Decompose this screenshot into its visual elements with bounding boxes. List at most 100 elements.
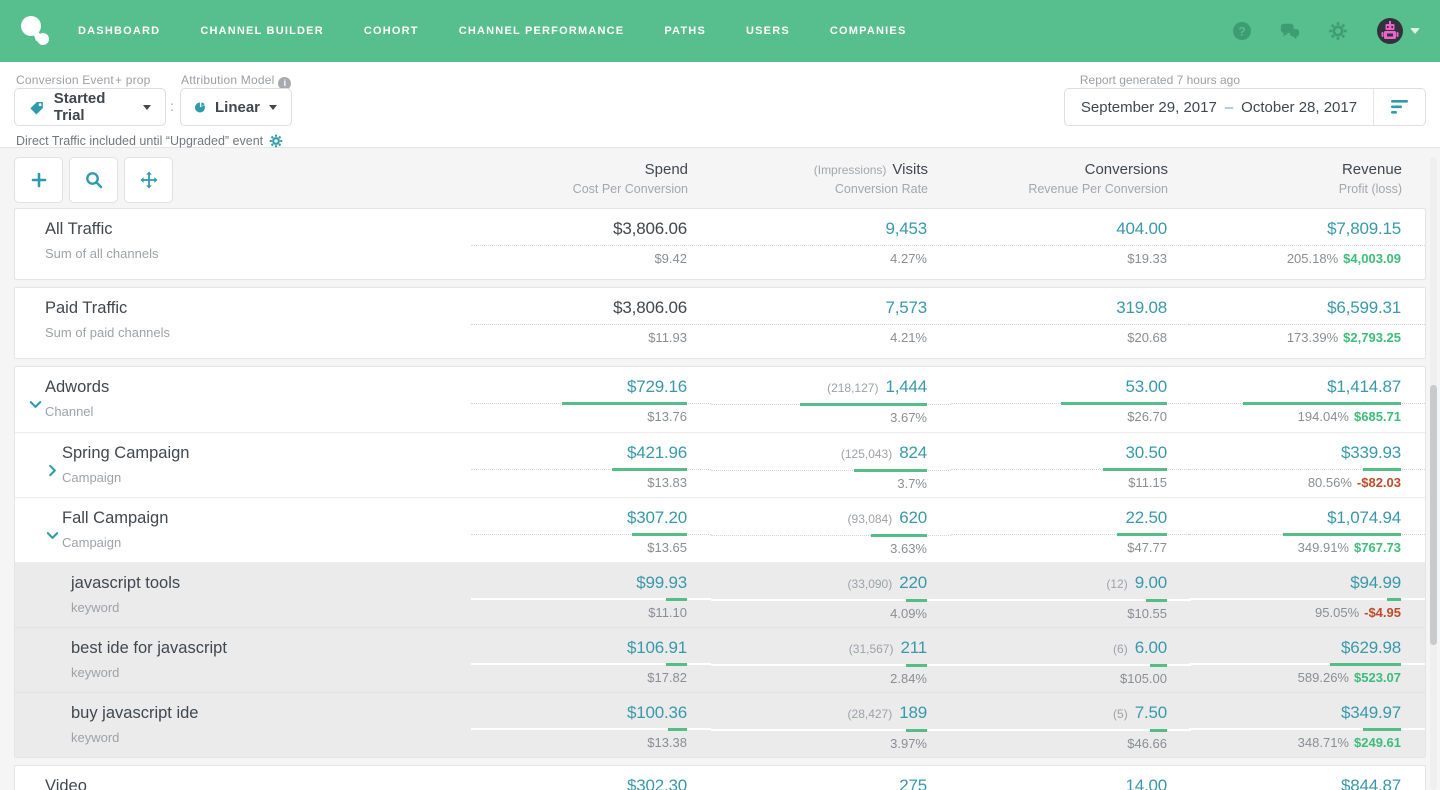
- metric-separator: [471, 324, 711, 325]
- profit-amount: -$82.03: [1357, 475, 1401, 490]
- add-prop-link[interactable]: + prop: [115, 73, 151, 87]
- metric-separator: [711, 470, 951, 471]
- row-subtitle: keyword: [71, 730, 198, 745]
- app-logo-icon[interactable]: [20, 15, 54, 47]
- metric-separator: [711, 245, 951, 246]
- metric-separator: [1189, 403, 1425, 404]
- nav-item-channel-performance[interactable]: CHANNEL PERFORMANCE: [459, 25, 625, 37]
- metric-primary: $106.91: [471, 635, 711, 661]
- metric-secondary: $11.10: [471, 604, 711, 621]
- nav-item-dashboard[interactable]: DASHBOARD: [78, 25, 160, 37]
- table-row[interactable]: Spring Campaign Campaign $421.96 $13.83 …: [15, 432, 1425, 497]
- share-bar: [1363, 468, 1401, 471]
- row-title: Fall Campaign: [62, 509, 168, 528]
- metric-secondary: 173.39%$2,793.25: [1189, 329, 1425, 346]
- add-channel-button[interactable]: [14, 157, 63, 203]
- share-bar: [612, 468, 687, 471]
- metric-prefix: (125,043): [841, 447, 892, 461]
- profit-amount: $523.07: [1354, 670, 1401, 685]
- attribution-model-dropdown[interactable]: Linear: [180, 88, 292, 126]
- expand-chevron-icon[interactable]: [28, 397, 43, 412]
- table-row[interactable]: Paid Traffic Sum of paid channels $3,806…: [15, 288, 1425, 358]
- date-range-picker[interactable]: September 29, 2017–October 28, 2017: [1064, 88, 1426, 126]
- metric-cell-visits: 7,573 4.21%: [711, 295, 951, 346]
- note-settings-icon[interactable]: [269, 134, 283, 148]
- metric-cell-spend: $729.16 $13.76: [471, 374, 711, 425]
- share-bar: [1103, 468, 1167, 471]
- metric-value: 30.50: [1125, 443, 1167, 462]
- table-row[interactable]: All Traffic Sum of all channels $3,806.0…: [15, 209, 1425, 279]
- share-bar: [1387, 598, 1401, 601]
- help-icon[interactable]: ?: [1232, 21, 1252, 41]
- metric-secondary: 3.63%: [711, 540, 951, 557]
- table-row[interactable]: Adwords Channel $729.16 $13.76 (218,127)…: [15, 367, 1425, 432]
- metric-primary: $3,806.06: [471, 295, 711, 321]
- user-menu[interactable]: [1376, 17, 1420, 45]
- metric-primary: $729.16: [471, 374, 711, 400]
- metric-cell-spend: $421.96 $13.83: [471, 440, 711, 491]
- metric-primary: (12)9.00: [951, 570, 1191, 597]
- row-subtitle: keyword: [71, 600, 180, 615]
- column-header-revenue: Revenue Profit (loss): [1190, 161, 1426, 196]
- metric-cell-conversions: 14.00: [951, 773, 1191, 790]
- metric-separator: [1189, 663, 1425, 665]
- metric-cell-visits: (31,567)211 2.84%: [711, 635, 951, 687]
- reorder-button[interactable]: [124, 157, 173, 203]
- metric-cell-spend: $3,806.06 $9.42: [471, 216, 711, 267]
- metric-separator: [951, 324, 1191, 325]
- settings-icon[interactable]: [1328, 21, 1348, 41]
- scrollbar-thumb[interactable]: [1430, 385, 1437, 645]
- profit-percent: 80.56%: [1308, 475, 1352, 490]
- metric-secondary: $13.65: [471, 539, 711, 556]
- metric-separator: [711, 729, 951, 731]
- row-subtitle: Channel: [45, 404, 109, 419]
- profit-amount: $2,793.25: [1343, 330, 1401, 345]
- date-range-value: September 29, 2017–October 28, 2017: [1065, 99, 1373, 116]
- report-controls: Conversion Event + prop Attribution Mode…: [0, 62, 1440, 148]
- nav-item-channel-builder[interactable]: CHANNEL BUILDER: [200, 25, 324, 37]
- report-filter-button[interactable]: [1373, 89, 1425, 125]
- metric-cell-spend: $106.91 $17.82: [471, 635, 711, 686]
- nav-item-companies[interactable]: COMPANIES: [830, 25, 907, 37]
- share-bar: [1330, 663, 1401, 666]
- row-name: Spring Campaign Campaign: [62, 444, 190, 485]
- expand-chevron-icon[interactable]: [45, 528, 60, 543]
- metric-cell-visits: 275: [711, 773, 951, 790]
- nav-item-paths[interactable]: PATHS: [664, 25, 706, 37]
- metric-cell-revenue: $6,599.31 173.39%$2,793.25: [1189, 295, 1425, 346]
- row-subtitle: Sum of all channels: [45, 246, 158, 261]
- expand-chevron-icon[interactable]: [45, 463, 60, 478]
- table-row[interactable]: buy javascript ide keyword $100.36 $13.3…: [15, 692, 1425, 757]
- table-row[interactable]: javascript tools keyword $99.93 $11.10 (…: [15, 562, 1425, 627]
- metric-separator: [1189, 469, 1425, 470]
- metric-separator: [471, 663, 711, 665]
- metric-separator: [711, 535, 951, 536]
- row-title: buy javascript ide: [71, 704, 198, 723]
- direct-traffic-note: Direct Traffic included until “Upgraded”…: [16, 134, 283, 148]
- report-table: Spend Cost Per Conversion (Impressions)V…: [0, 148, 1440, 790]
- metric-separator: [471, 469, 711, 470]
- row-name: Fall Campaign Campaign: [62, 509, 168, 550]
- metric-cell-visits: 9,453 4.27%: [711, 216, 951, 267]
- metric-secondary: $105.00: [951, 670, 1191, 687]
- nav-item-users[interactable]: USERS: [746, 25, 790, 37]
- metric-value: $302.30: [627, 776, 687, 790]
- table-row[interactable]: best ide for javascript keyword $106.91 …: [15, 627, 1425, 692]
- search-button[interactable]: [69, 157, 118, 203]
- messages-icon[interactable]: [1280, 21, 1300, 41]
- vertical-scrollbar[interactable]: [1430, 157, 1437, 790]
- profit-amount: $685.71: [1354, 409, 1401, 424]
- metric-separator: [951, 469, 1191, 470]
- nav-item-cohort[interactable]: COHORT: [364, 25, 419, 37]
- table-card: All Traffic Sum of all channels $3,806.0…: [14, 208, 1426, 280]
- profit-percent: 95.05%: [1315, 605, 1359, 620]
- metric-primary: (6)6.00: [951, 635, 1191, 662]
- share-bar: [668, 728, 687, 731]
- metric-secondary: $46.66: [951, 735, 1191, 752]
- metric-secondary: 4.27%: [711, 250, 951, 267]
- conversion-event-dropdown[interactable]: Started Trial: [14, 88, 166, 126]
- table-row[interactable]: Video $302.30 275 14.00 $844.87: [15, 766, 1425, 790]
- metric-prefix: (93,084): [848, 512, 893, 526]
- table-row[interactable]: Fall Campaign Campaign $307.20 $13.65 (9…: [15, 497, 1425, 562]
- metric-cell-visits: (28,427)189 3.97%: [711, 700, 951, 752]
